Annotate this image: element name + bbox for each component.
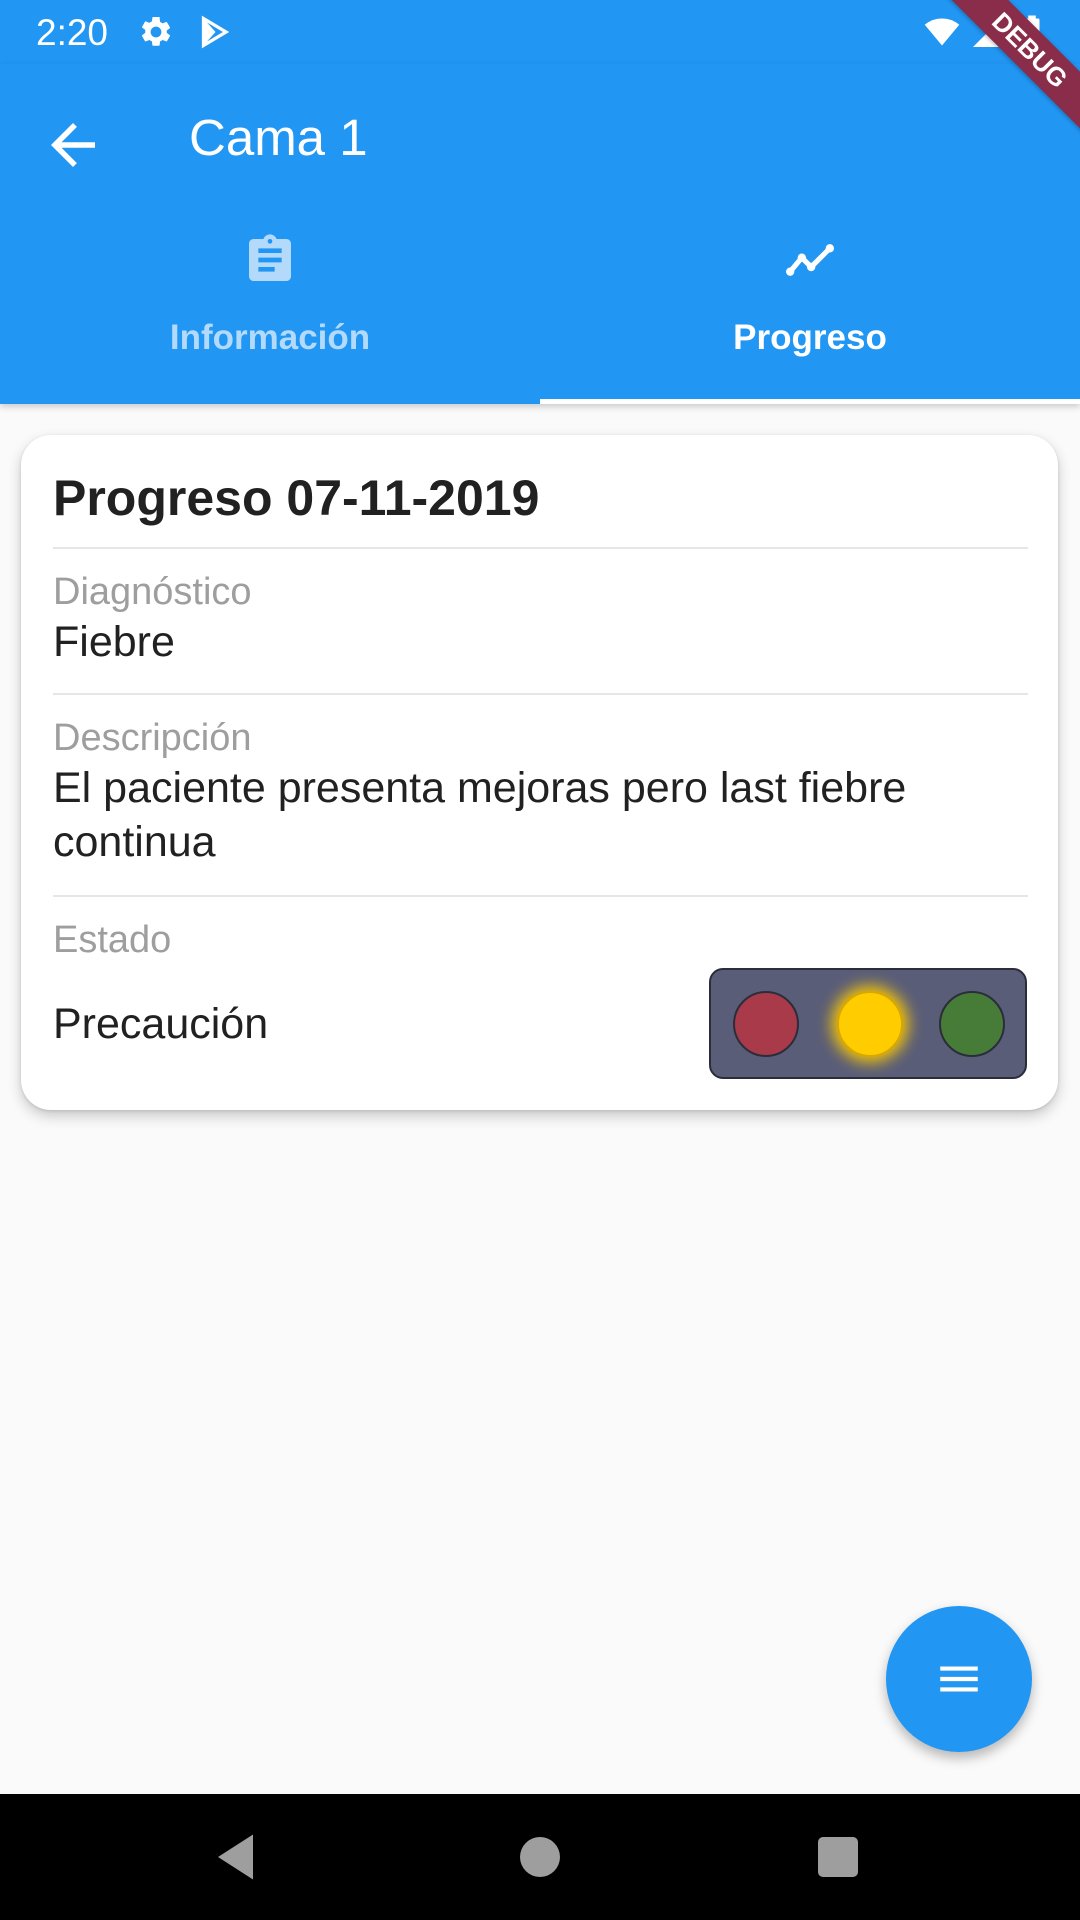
- clipboard-icon: [242, 232, 298, 288]
- app-bar: Cama 1 Información Progreso: [0, 64, 1080, 404]
- menu-icon: [940, 1666, 978, 1692]
- wifi-icon: [924, 14, 960, 50]
- traffic-light: [709, 968, 1027, 1079]
- tab-informacion-label: Información: [169, 318, 371, 357]
- screen: 2:20 Cama 1 Información Progreso DEBUG P…: [0, 0, 1080, 1920]
- nav-back-button[interactable]: [208, 1827, 268, 1887]
- tab-progreso-label: Progreso: [733, 318, 887, 357]
- red-light: [733, 991, 799, 1057]
- play-store-icon: [196, 14, 232, 50]
- description-label: Descripción: [53, 717, 252, 759]
- status-time: 2:20: [36, 12, 109, 53]
- status-value: Precaución: [53, 1000, 269, 1048]
- nav-bar: [0, 1794, 1080, 1920]
- status-label: Estado: [53, 919, 172, 961]
- triangle-back-icon: [218, 1834, 253, 1880]
- nav-recents-button[interactable]: [808, 1827, 868, 1887]
- circle-home-icon: [520, 1837, 560, 1877]
- tab-informacion[interactable]: Información: [0, 232, 540, 404]
- diagnosis-label: Diagnóstico: [53, 571, 252, 613]
- trending-icon: [782, 232, 838, 288]
- tab-progreso[interactable]: Progreso: [540, 232, 1080, 404]
- divider: [53, 693, 1028, 695]
- settings-icon: [138, 14, 174, 50]
- page-title: Cama 1: [189, 109, 368, 166]
- tab-indicator: [540, 399, 1080, 404]
- back-button[interactable]: [40, 112, 106, 178]
- divider: [53, 547, 1028, 549]
- diagnosis-value: Fiebre: [53, 618, 175, 666]
- progress-card: Progreso 07-11-2019 Diagnóstico Fiebre D…: [21, 435, 1058, 1110]
- card-title: Progreso 07-11-2019: [53, 470, 540, 526]
- arrow-back-icon: [51, 123, 95, 167]
- nav-home-button[interactable]: [510, 1827, 570, 1887]
- green-light: [939, 991, 1005, 1057]
- status-bar: 2:20: [0, 0, 1080, 64]
- divider: [53, 895, 1028, 897]
- square-recents-icon: [818, 1837, 858, 1877]
- description-value: El paciente presenta mejoras pero last f…: [53, 764, 907, 866]
- yellow-light: [837, 991, 903, 1057]
- menu-fab[interactable]: [886, 1606, 1032, 1752]
